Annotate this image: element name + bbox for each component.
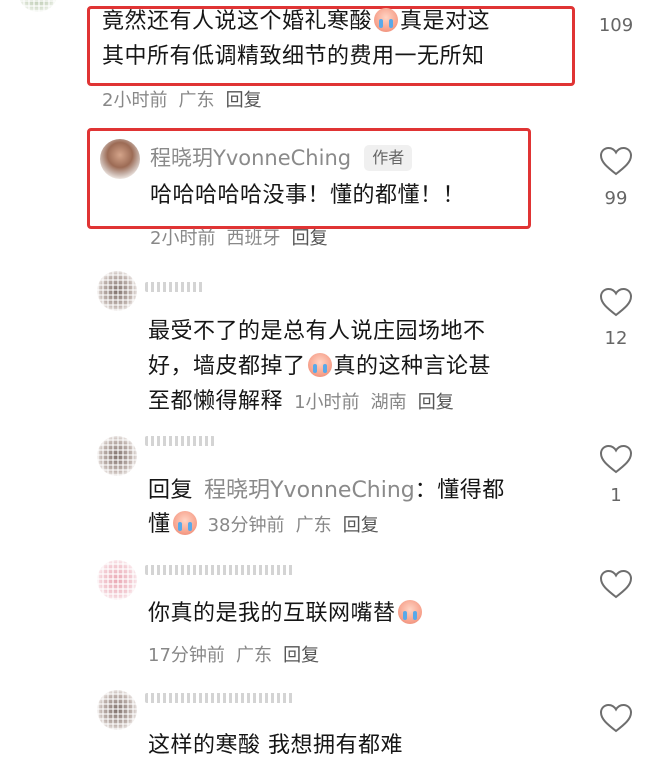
heart-icon[interactable] xyxy=(599,703,633,733)
comment-text: 至都懒得解释 xyxy=(148,389,284,414)
comment-author: 程晓玥YvonneChing 作者 xyxy=(150,142,413,172)
reply-button[interactable]: 回复 xyxy=(283,645,319,666)
comment-text: 好，墙皮都掉了 真的这种言论甚 xyxy=(148,353,492,379)
crying-face-icon xyxy=(374,8,399,32)
author-badge: 作者 xyxy=(364,145,413,171)
avatar[interactable] xyxy=(97,436,137,476)
avatar[interactable] xyxy=(97,271,137,311)
like-count: 12 xyxy=(604,328,628,349)
like-count: 99 xyxy=(604,188,628,209)
comment-text: ：懂得都 xyxy=(414,478,505,503)
avatar[interactable] xyxy=(97,560,137,600)
comment-text: 这样的寒酸 我想拥有都难 xyxy=(148,733,403,758)
crying-face-icon xyxy=(307,353,332,377)
avatar[interactable] xyxy=(18,0,58,12)
like-count: 1 xyxy=(610,485,622,506)
comment-text: 竟然还有人说这个婚礼寒酸 真是对这 xyxy=(102,8,491,34)
location: 广东 xyxy=(295,515,332,536)
crying-face-icon xyxy=(172,511,197,535)
comment-line: 你真的是我的互联网嘴替 xyxy=(148,596,424,631)
timestamp: 2小时前 xyxy=(150,228,216,249)
like-count: 109 xyxy=(598,15,634,36)
comment-meta: 17分钟前 广东 回复 xyxy=(148,641,319,667)
comment-text: 你真的是我的互联网嘴替 xyxy=(148,601,396,626)
username-redacted xyxy=(145,282,205,292)
timestamp: 38分钟前 xyxy=(207,515,285,536)
heart-icon[interactable] xyxy=(599,287,633,317)
username-redacted xyxy=(145,565,295,575)
timestamp: 17分钟前 xyxy=(148,645,225,666)
comment-line: 懂 38分钟前 广东 回复 xyxy=(148,507,379,542)
heart-icon[interactable] xyxy=(599,569,633,599)
reply-button[interactable]: 回复 xyxy=(292,228,328,249)
timestamp: 2小时前 xyxy=(102,90,168,111)
comment-meta: 2小时前 广东 回复 xyxy=(102,86,262,112)
location: 广东 xyxy=(236,645,272,666)
comment-meta: 2小时前 西班牙 回复 xyxy=(150,224,328,250)
reply-button[interactable]: 回复 xyxy=(226,90,262,111)
location: 广东 xyxy=(178,90,215,111)
author-name[interactable]: 程晓玥YvonneChing xyxy=(150,146,351,170)
comment-line: 回复 程晓玥YvonneChing：懂得都 xyxy=(148,472,505,508)
avatar[interactable] xyxy=(100,139,140,179)
timestamp: 1小时前 xyxy=(294,392,360,413)
avatar[interactable] xyxy=(97,690,137,730)
reply-button[interactable]: 回复 xyxy=(343,515,379,536)
comment-text: 哈哈哈哈哈没事！懂的都懂！！ xyxy=(150,183,466,208)
heart-icon[interactable] xyxy=(599,444,633,474)
username-redacted xyxy=(145,693,295,703)
location: 湖南 xyxy=(370,392,407,413)
reply-to-author[interactable]: 程晓玥YvonneChing xyxy=(204,478,415,503)
comment-text: 其中所有低调精致细节的费用一无所知 xyxy=(102,44,485,69)
reply-button[interactable]: 回复 xyxy=(418,392,454,413)
heart-icon[interactable] xyxy=(599,146,633,176)
reply-prefix: 回复 xyxy=(148,478,194,503)
comment-text: 最受不了的是总有人说庄园场地不 xyxy=(148,319,486,344)
username-redacted xyxy=(145,436,215,446)
comment-text: 懂 xyxy=(148,512,171,537)
crying-face-icon xyxy=(397,600,422,624)
comment-line: 至都懒得解释 1小时前 湖南 回复 xyxy=(148,384,454,419)
location: 西班牙 xyxy=(226,228,281,249)
